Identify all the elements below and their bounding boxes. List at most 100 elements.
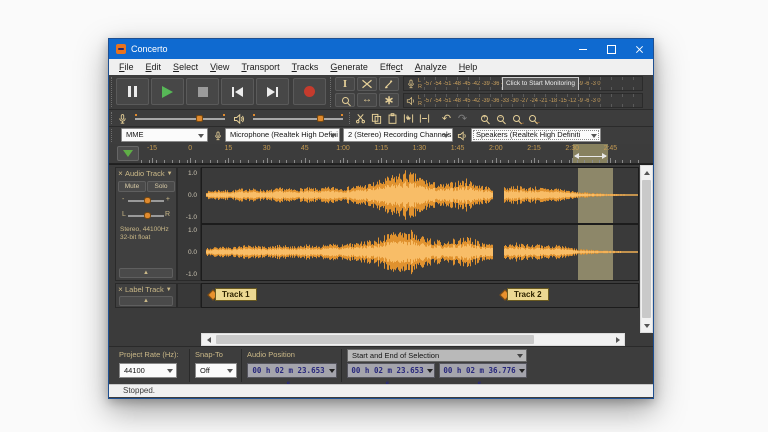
maximize-button[interactable]	[597, 39, 625, 59]
ruler-value: -1.0	[186, 214, 197, 221]
stop-button[interactable]	[186, 78, 219, 105]
menu-edit[interactable]: Edit	[140, 62, 168, 72]
audio-track-menu-icon[interactable]: ▼	[167, 171, 173, 177]
scroll-down-button[interactable]	[641, 319, 652, 332]
redo-button[interactable]: ↷	[455, 111, 470, 125]
selection-tool-button[interactable]: I	[335, 77, 355, 91]
waveform-right-channel[interactable]	[202, 225, 638, 280]
audio-host-dropdown[interactable]: MME	[121, 128, 208, 142]
ruler-tick	[210, 160, 211, 163]
scroll-left-button[interactable]	[202, 334, 215, 345]
vertical-scroll-thumb[interactable]	[642, 180, 651, 318]
pause-button[interactable]	[116, 78, 149, 105]
mixer-toolbar-grip[interactable]	[111, 112, 115, 124]
ruler-major-tick	[458, 158, 459, 163]
title-bar[interactable]: Concerto	[109, 39, 653, 59]
audio-track-close-icon[interactable]: ×	[116, 169, 125, 178]
time-shift-tool-button[interactable]: ↔	[357, 93, 377, 107]
trim-audio-button[interactable]	[401, 111, 416, 125]
playback-meter[interactable]: LR -57 -54 -51 -48 -45 -42 -39 -36 -33 -…	[403, 93, 643, 108]
playback-volume-slider[interactable]	[253, 113, 343, 123]
copy-icon	[371, 113, 382, 124]
zoom-tool-button[interactable]	[335, 93, 355, 107]
menu-effect[interactable]: Effect	[374, 62, 409, 72]
zoom-in-button[interactable]: +	[477, 111, 492, 125]
menu-transport[interactable]: Transport	[235, 62, 285, 72]
multi-tool-button[interactable]: ∗	[379, 93, 399, 107]
solo-button[interactable]: Solo	[147, 181, 175, 192]
label-tag-1[interactable]: Track 1	[215, 288, 257, 301]
label-track-collapse-button[interactable]: ▲	[119, 296, 173, 306]
stop-icon	[198, 87, 208, 97]
ruler-tick	[515, 160, 516, 163]
pan-thumb[interactable]	[144, 212, 151, 219]
play-button[interactable]	[151, 78, 184, 105]
snap-to-dropdown[interactable]: Off	[195, 363, 237, 378]
audio-position-field[interactable]: 00 h 02 m 23.653 s	[247, 363, 337, 378]
waveform-left-channel[interactable]	[202, 168, 638, 223]
ruler-tick	[615, 160, 616, 163]
mute-button[interactable]: Mute	[118, 181, 146, 192]
label-track-title[interactable]: Label Track	[125, 285, 164, 294]
skip-to-end-button[interactable]	[256, 78, 289, 105]
scroll-up-button[interactable]	[641, 166, 652, 179]
label-tag-2[interactable]: Track 2	[507, 288, 549, 301]
skip-to-start-button[interactable]	[221, 78, 254, 105]
horizontal-scrollbar[interactable]	[201, 333, 625, 346]
timeline-options-button[interactable]	[117, 146, 139, 161]
scroll-right-button[interactable]	[611, 334, 624, 345]
label-track-menu-icon[interactable]: ▼	[166, 287, 172, 293]
selection-end-field[interactable]: 00 h 02 m 36.776 s	[439, 363, 527, 378]
record-button[interactable]	[293, 78, 326, 105]
cut-button[interactable]	[353, 111, 368, 125]
playback-volume-thumb[interactable]	[317, 115, 324, 122]
menu-generate[interactable]: Generate	[324, 62, 374, 72]
recording-meter[interactable]: LR -57 -54 -51 -48 -45 -42 -39 -36 -33 -…	[403, 76, 643, 91]
ruler-tick	[141, 160, 142, 163]
recording-volume-thumb[interactable]	[196, 115, 203, 122]
close-button[interactable]	[625, 39, 653, 59]
gain-thumb[interactable]	[144, 197, 151, 204]
selection-mode-dropdown[interactable]: Start and End of Selection	[347, 349, 527, 362]
envelope-tool-button[interactable]	[357, 77, 377, 91]
transport-toolbar-grip[interactable]	[111, 77, 115, 107]
recording-channels-dropdown[interactable]: 2 (Stereo) Recording Channels	[343, 128, 453, 142]
pan-slider[interactable]: L R	[120, 209, 172, 221]
menu-view[interactable]: View	[204, 62, 235, 72]
audio-track-title[interactable]: Audio Track	[125, 169, 165, 178]
device-toolbar-grip[interactable]	[111, 129, 115, 142]
menu-analyze[interactable]: Analyze	[409, 62, 453, 72]
timeline[interactable]: -1501530451:001:151:301:452:002:152:302:…	[109, 144, 653, 164]
horizontal-scroll-thumb[interactable]	[216, 335, 534, 344]
tools-toolbar-grip[interactable]	[330, 77, 334, 107]
project-rate-dropdown[interactable]: 44100	[119, 363, 177, 378]
monitoring-tooltip[interactable]: Click to Start Monitoring	[502, 77, 579, 90]
playback-device-dropdown[interactable]: Speakers (Realtek High Definiti	[471, 128, 601, 142]
label-track-close-icon[interactable]: ×	[116, 285, 125, 294]
audio-track-content[interactable]	[201, 167, 639, 281]
selection-start-field[interactable]: 00 h 02 m 23.653 s	[347, 363, 435, 378]
waveform-left	[202, 168, 638, 222]
paste-button[interactable]	[385, 111, 400, 125]
vertical-scrollbar[interactable]	[640, 165, 653, 333]
menu-help[interactable]: Help	[453, 62, 484, 72]
timeline-ruler[interactable]: -1501530451:001:151:301:452:002:152:302:…	[139, 144, 639, 163]
fit-selection-button[interactable]: ↔	[509, 111, 524, 125]
audio-track-collapse-button[interactable]: ▲	[119, 268, 173, 278]
copy-button[interactable]	[369, 111, 384, 125]
undo-button[interactable]: ↶	[439, 111, 454, 125]
silence-audio-button[interactable]	[417, 111, 432, 125]
gain-slider[interactable]: - +	[120, 194, 172, 206]
fit-project-button[interactable]: ⇔	[525, 111, 540, 125]
draw-tool-button[interactable]	[379, 77, 399, 91]
recording-volume-slider[interactable]	[135, 113, 225, 123]
minimize-button[interactable]	[569, 39, 597, 59]
ruler-tick	[240, 160, 241, 163]
menu-file[interactable]: File	[113, 62, 140, 72]
menu-select[interactable]: Select	[167, 62, 204, 72]
menu-bar[interactable]: FileEditSelectViewTransportTracksGenerat…	[109, 59, 653, 75]
menu-tracks[interactable]: Tracks	[286, 62, 325, 72]
recording-device-dropdown[interactable]: Microphone (Realtek High Defini	[225, 128, 340, 142]
label-track-content[interactable]: Track 1 Track 2	[201, 283, 639, 308]
zoom-out-button[interactable]: −	[493, 111, 508, 125]
